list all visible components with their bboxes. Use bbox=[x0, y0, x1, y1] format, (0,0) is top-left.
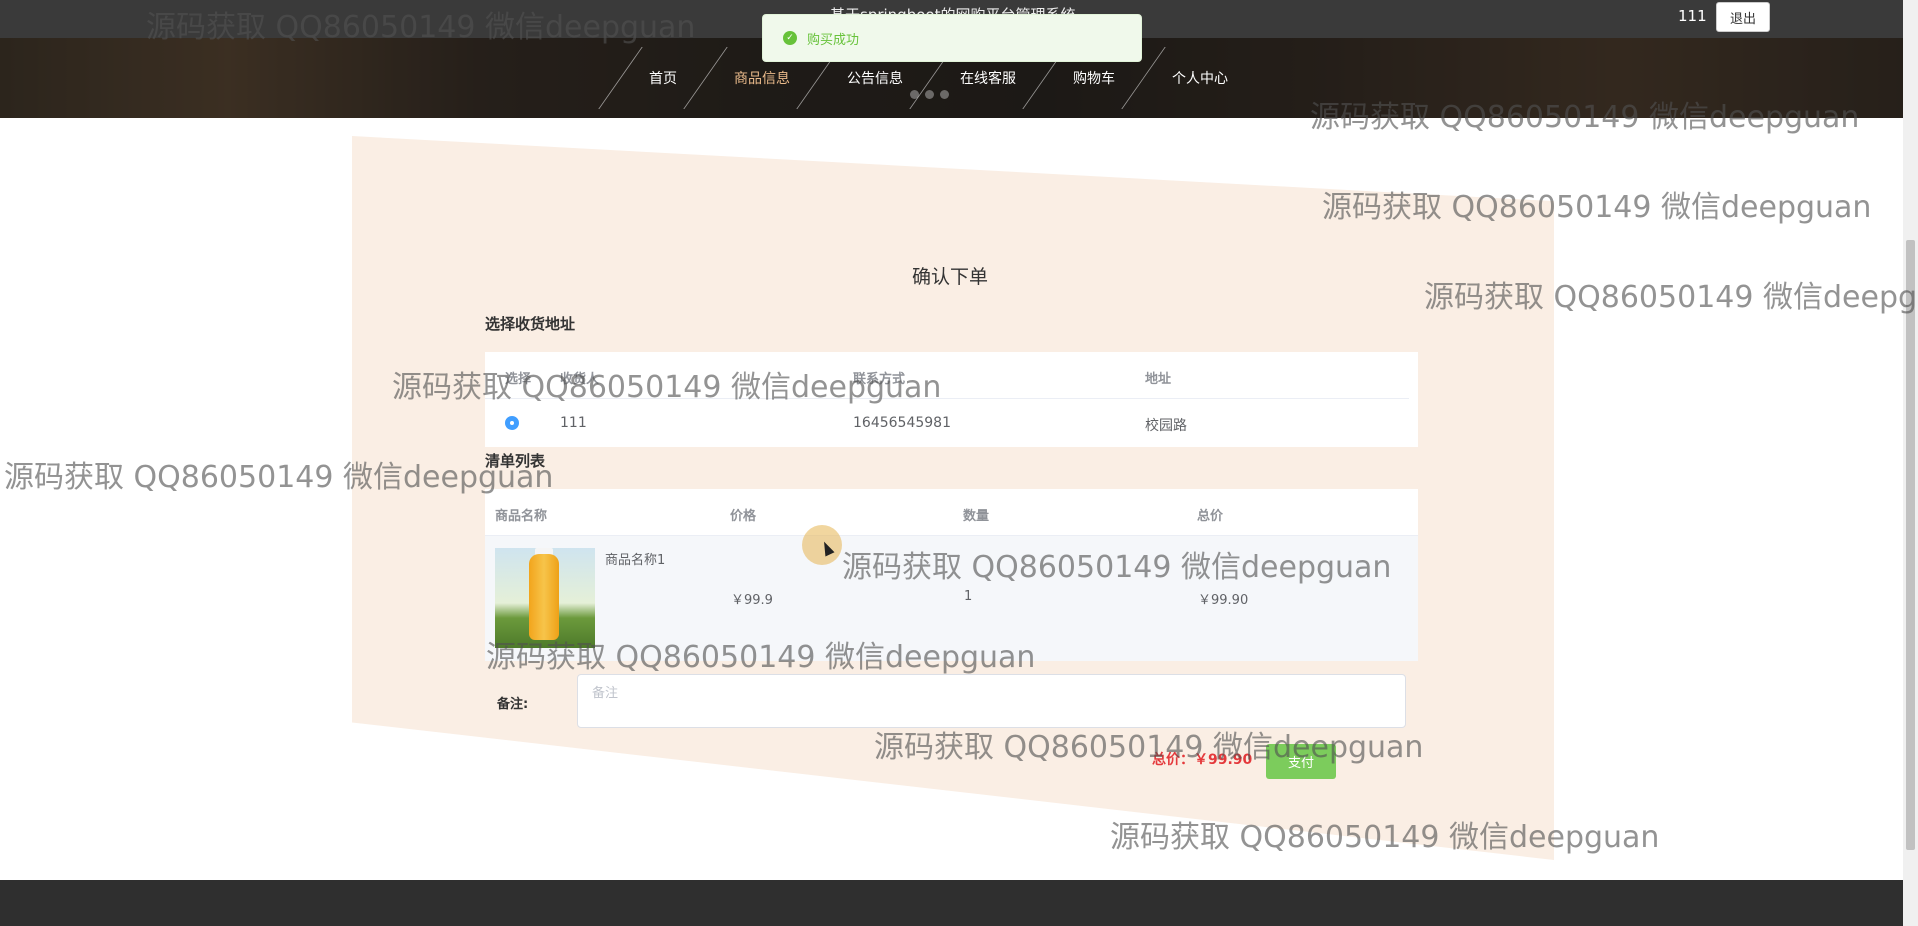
product-quantity: 1 bbox=[964, 589, 973, 604]
column-header: 联系方式 bbox=[853, 372, 906, 387]
order-total: 总价：￥99.90 bbox=[1152, 752, 1253, 768]
carousel-dot[interactable] bbox=[925, 90, 934, 99]
bottle-shape bbox=[529, 554, 559, 640]
note-input[interactable] bbox=[577, 674, 1406, 728]
goods-table-header: 商品名称 价格 数量 总价 bbox=[485, 489, 1418, 536]
column-header: 收货人 bbox=[560, 372, 600, 387]
address-radio[interactable] bbox=[505, 416, 519, 430]
column-header: 数量 bbox=[963, 509, 990, 524]
address-table-header: 选择 收货人 联系方式 地址 bbox=[485, 352, 1409, 399]
carousel-dot[interactable] bbox=[910, 90, 919, 99]
product-image bbox=[495, 548, 595, 648]
logout-button[interactable]: 退出 bbox=[1716, 2, 1770, 32]
page-title: 确认下单 bbox=[912, 266, 989, 288]
pay-button[interactable]: 支付 bbox=[1266, 744, 1336, 779]
recipient-phone: 16456545981 bbox=[853, 415, 951, 431]
table-row: 商品名称1 ￥99.9 1 ￥99.90 bbox=[485, 536, 1418, 661]
footer bbox=[0, 880, 1903, 926]
toast-message: 购买成功 bbox=[807, 32, 860, 48]
column-header: 价格 bbox=[730, 509, 757, 524]
recipient-name: 111 bbox=[560, 415, 587, 431]
column-header: 总价 bbox=[1197, 509, 1224, 524]
list-section-title: 清单列表 bbox=[485, 452, 546, 470]
nav-item-home[interactable]: 首页 bbox=[621, 38, 705, 118]
carousel-dot[interactable] bbox=[940, 90, 949, 99]
success-toast: ✓ 购买成功 bbox=[762, 14, 1142, 62]
scrollbar-thumb[interactable] bbox=[1906, 240, 1915, 850]
column-header: 商品名称 bbox=[495, 509, 548, 524]
note-label: 备注: bbox=[497, 697, 529, 712]
product-total: ￥99.90 bbox=[1198, 593, 1249, 608]
page-scrollbar[interactable] bbox=[1903, 0, 1918, 926]
address-section-title: 选择收货地址 bbox=[485, 315, 576, 333]
column-header: 选择 bbox=[505, 372, 532, 387]
column-header: 地址 bbox=[1145, 372, 1172, 387]
address-table: 选择 收货人 联系方式 地址 111 16456545981 校园路 bbox=[485, 352, 1418, 447]
check-circle-icon: ✓ bbox=[783, 31, 797, 45]
product-name: 商品名称1 bbox=[605, 553, 666, 568]
product-price: ￥99.9 bbox=[731, 593, 773, 608]
nav-item-profile[interactable]: 个人中心 bbox=[1144, 38, 1256, 118]
user-name: 111 bbox=[1678, 7, 1707, 25]
carousel-indicators bbox=[910, 90, 949, 99]
goods-table: 商品名称 价格 数量 总价 商品名称1 ￥99.9 1 ￥99.90 bbox=[485, 489, 1418, 661]
recipient-address: 校园路 bbox=[1145, 418, 1187, 434]
